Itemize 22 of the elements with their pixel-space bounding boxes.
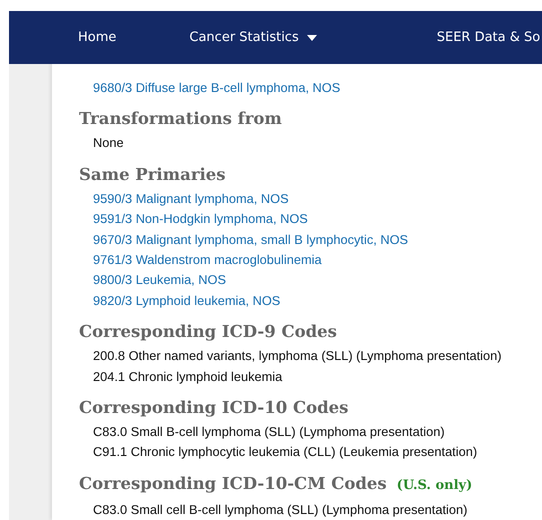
section-heading: Corresponding ICD-10-CM Codes (79, 472, 387, 495)
section-link[interactable]: 9680/3 Diffuse large B-cell lymphoma, NOS (93, 78, 542, 98)
section-text: C91.1 Chronic lymphocytic leukemia (CLL) (Leukemia presentation) (93, 443, 478, 462)
section-text: C83.0 Small B-cell lymphoma (SLL) (Lymphoma presentation) (93, 423, 446, 442)
nav-link[interactable]: Home (78, 30, 116, 45)
section-link[interactable]: 9670/3 Malignant lymphoma, small B lymphocytic, NOS (93, 230, 542, 250)
section-text: None (93, 134, 125, 152)
section-heading: Same Primaries (79, 164, 226, 186)
section-link[interactable]: 9820/3 Lymphoid leukemia, NOS (93, 290, 542, 312)
section-link[interactable]: 9800/3 Leukemia, NOS (93, 270, 542, 291)
section-link[interactable]: 9591/3 Non-Hodgkin lymphoma, NOS (93, 209, 542, 230)
section-heading: Corresponding ICD-9 Codes (79, 321, 337, 344)
section-text: 200.8 Other named variants, lymphoma (SLL) (Lymphoma presentation) (93, 347, 503, 366)
nav-link[interactable]: Cancer Statistics (189, 30, 317, 45)
section-link[interactable]: 9590/3 Malignant lymphoma, NOS (93, 188, 542, 210)
section-link[interactable]: 9761/3 Waldenstrom macroglobulinemia (93, 250, 542, 270)
section-heading: Corresponding ICD-10 Codes (79, 397, 348, 420)
section-text: C83.0 Small cell B-cell lymphoma (SLL) (Lymphoma presentation) (93, 500, 468, 519)
section-heading: Transformations from (79, 108, 282, 130)
nav-link[interactable]: SEER Data & So (436, 30, 540, 45)
section-text: 204.1 Chronic lymphoid leukemia (93, 368, 284, 386)
region-note: (U.S. only) (396, 476, 472, 495)
